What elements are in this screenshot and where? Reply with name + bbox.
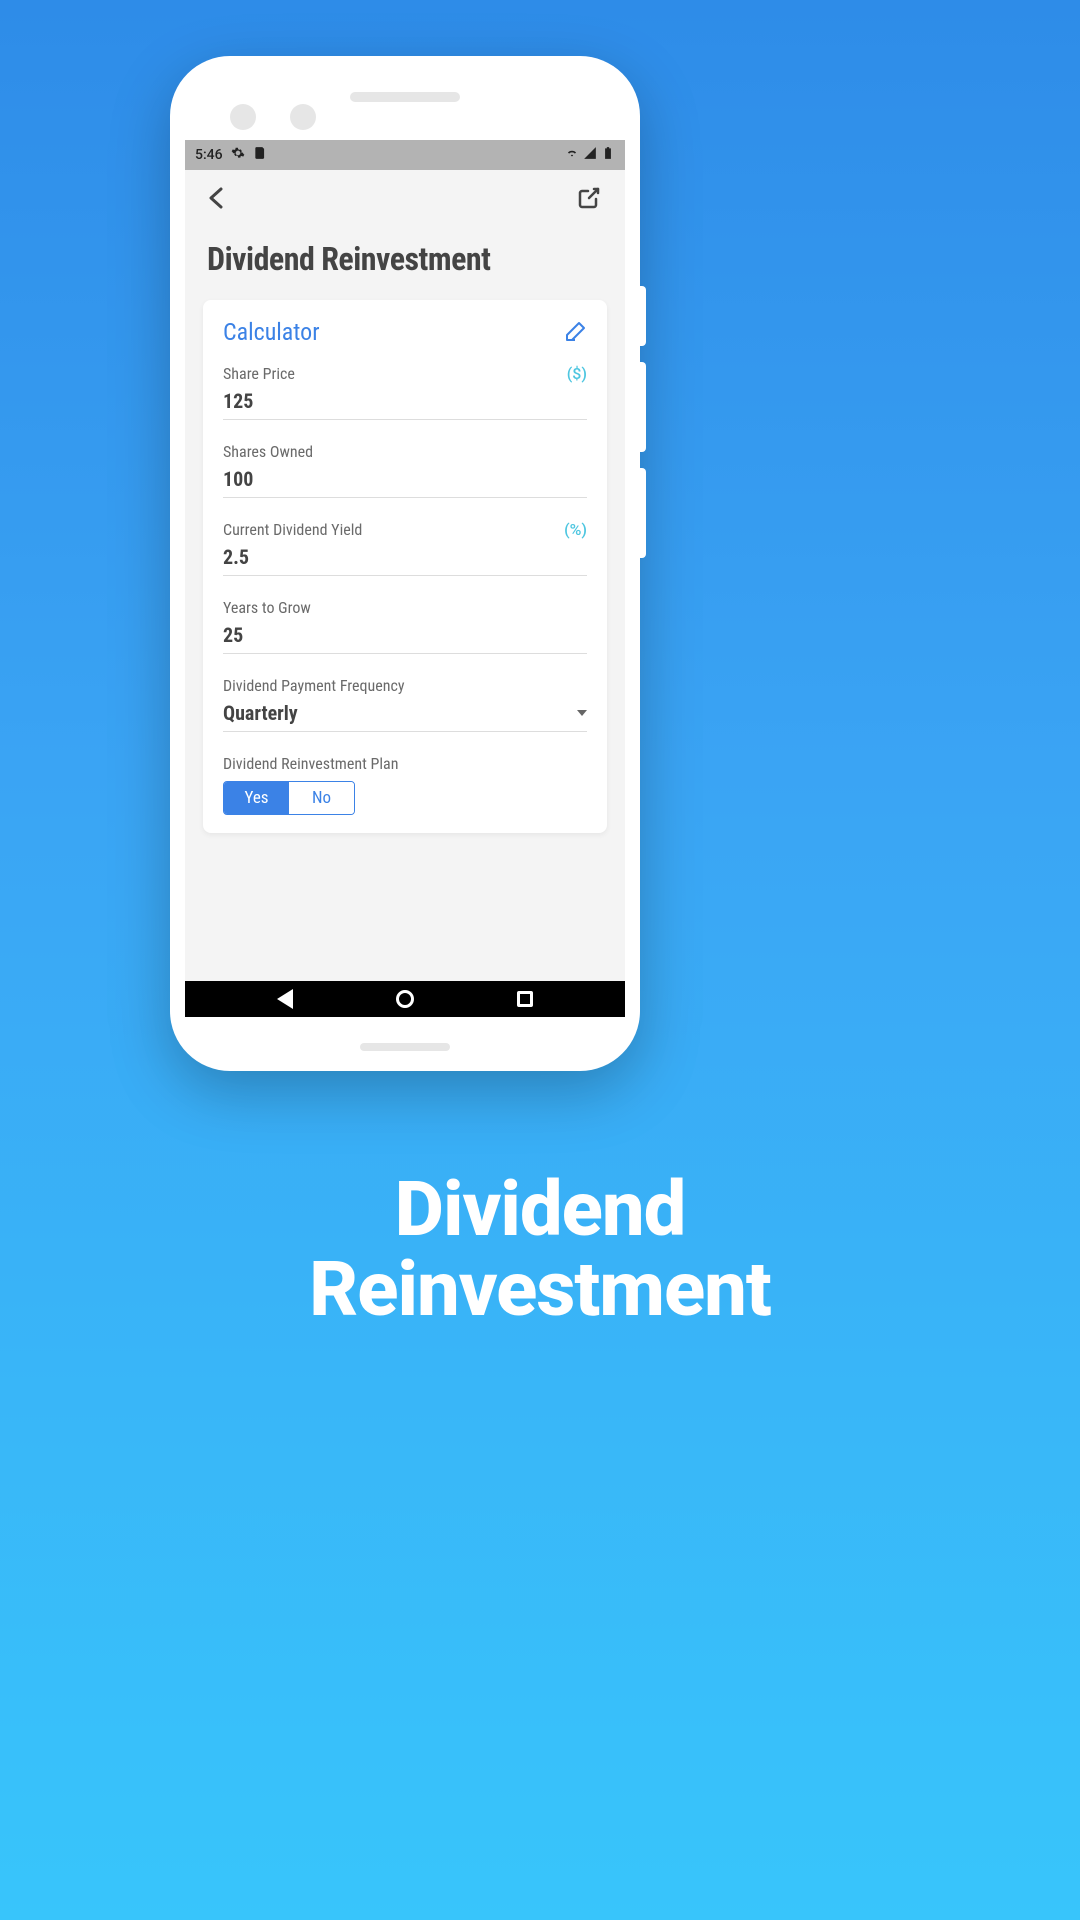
field-frequency: Dividend Payment Frequency Quarterly xyxy=(223,676,587,732)
home-indicator xyxy=(360,1043,450,1051)
gear-icon xyxy=(231,146,245,164)
shares-owned-label: Shares Owned xyxy=(223,442,313,461)
signal-icon xyxy=(583,146,597,164)
field-shares-owned: Shares Owned 100 xyxy=(223,442,587,498)
phone-camera-icon xyxy=(230,104,256,130)
calculator-card: Calculator Share Price ($) 125 Shares Ow… xyxy=(203,300,607,833)
dividend-yield-label: Current Dividend Yield xyxy=(223,520,362,539)
field-dividend-yield: Current Dividend Yield (%) 2.5 xyxy=(223,520,587,576)
phone-screen: 5:46 xyxy=(185,140,625,1017)
app-header xyxy=(185,170,625,224)
dividend-yield-input[interactable]: 2.5 xyxy=(223,545,587,576)
phone-frame: 5:46 xyxy=(170,56,640,1071)
phone-sensor-icon xyxy=(290,104,316,130)
share-price-label: Share Price xyxy=(223,364,295,383)
battery-icon xyxy=(601,146,615,164)
field-years: Years to Grow 25 xyxy=(223,598,587,654)
share-price-unit: ($) xyxy=(567,364,587,383)
caption-line-2: Reinvestment xyxy=(0,1250,1080,1330)
years-input[interactable]: 25 xyxy=(223,623,587,654)
sd-card-icon xyxy=(253,146,267,164)
nav-recents-icon[interactable] xyxy=(517,991,533,1007)
frequency-value: Quarterly xyxy=(223,701,298,725)
open-external-button[interactable] xyxy=(575,184,603,212)
side-button-vol-up xyxy=(640,362,646,452)
status-time: 5:46 xyxy=(195,147,223,163)
years-label: Years to Grow xyxy=(223,598,311,617)
frequency-label: Dividend Payment Frequency xyxy=(223,676,405,695)
drip-no-button[interactable]: No xyxy=(289,782,354,814)
shares-owned-input[interactable]: 100 xyxy=(223,467,587,498)
chevron-down-icon xyxy=(577,710,587,716)
drip-yes-button[interactable]: Yes xyxy=(224,782,289,814)
page-title: Dividend Reinvestment xyxy=(185,224,625,300)
field-share-price: Share Price ($) 125 xyxy=(223,364,587,420)
android-nav-bar xyxy=(185,981,625,1017)
eraser-icon[interactable] xyxy=(563,320,587,344)
side-button-power xyxy=(640,286,646,346)
phone-speaker xyxy=(350,92,460,102)
dividend-yield-unit: (%) xyxy=(564,520,587,539)
side-button-vol-down xyxy=(640,468,646,558)
share-price-input[interactable]: 125 xyxy=(223,389,587,420)
frequency-select[interactable]: Quarterly xyxy=(223,701,587,732)
card-title: Calculator xyxy=(223,318,320,346)
caption-line-1: Dividend xyxy=(0,1170,1080,1250)
phone-side-buttons xyxy=(640,286,646,574)
wifi-icon xyxy=(565,146,579,164)
drip-label: Dividend Reinvestment Plan xyxy=(223,754,398,773)
back-button[interactable] xyxy=(203,184,231,212)
nav-back-icon[interactable] xyxy=(277,989,293,1009)
field-drip: Dividend Reinvestment Plan Yes No xyxy=(223,754,587,815)
status-bar: 5:46 xyxy=(185,140,625,170)
drip-toggle: Yes No xyxy=(223,781,355,815)
marketing-caption: Dividend Reinvestment xyxy=(0,1170,1080,1330)
nav-home-icon[interactable] xyxy=(396,990,414,1008)
